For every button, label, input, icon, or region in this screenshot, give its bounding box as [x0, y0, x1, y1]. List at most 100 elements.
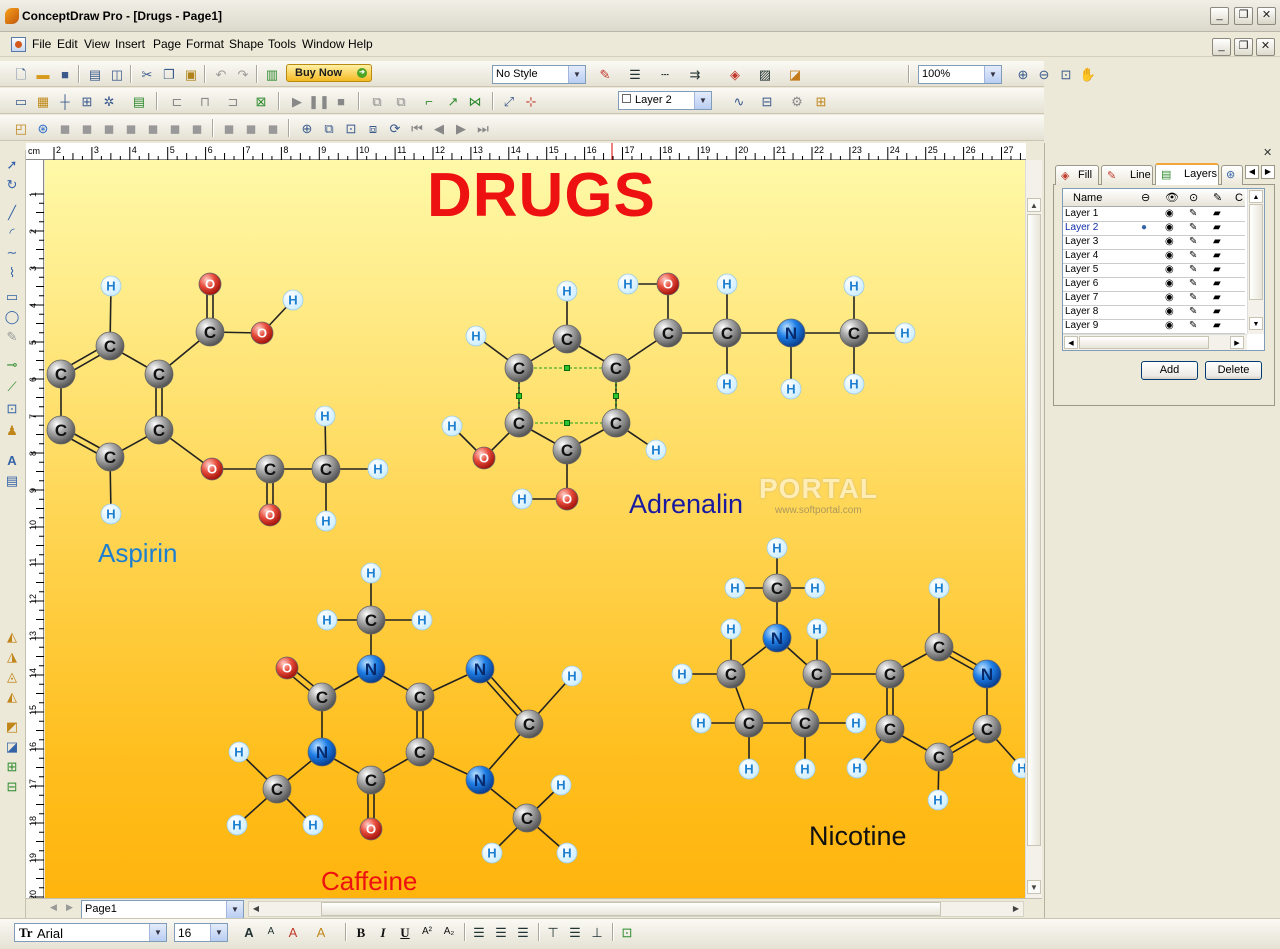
selection-handle[interactable] [564, 365, 570, 371]
edit-lock-icon[interactable]: ▰ [1213, 264, 1221, 275]
carbon-atom[interactable]: C [46, 415, 76, 445]
copy-icon[interactable]: ❐ [160, 65, 178, 83]
page-setup-icon[interactable]: ⊡ [342, 119, 360, 137]
shape2-icon[interactable]: ◼ [78, 119, 96, 137]
hydrogen-atom[interactable]: H [806, 618, 828, 640]
maximize-button[interactable]: ❐ [1234, 7, 1253, 25]
hydrogen-atom[interactable]: H [720, 618, 742, 640]
font-size-select[interactable]: 16 ▼ [174, 923, 228, 942]
edit-lock-icon[interactable]: ▰ [1213, 208, 1221, 219]
freehand-tool-icon[interactable]: ✎ [3, 328, 21, 346]
menu-insert[interactable]: Insert [113, 36, 147, 52]
hydrogen-atom[interactable]: H [724, 577, 746, 599]
buy-now-button[interactable]: Buy Now ➔ [286, 64, 372, 82]
zoom-select[interactable]: 100% ▼ [918, 65, 1002, 84]
carbon-atom[interactable]: C [875, 714, 905, 744]
fill-color-icon[interactable]: ◈ [726, 65, 744, 83]
carbon-atom[interactable]: C [504, 353, 534, 383]
tab-more[interactable]: ⊛ [1221, 165, 1243, 185]
hydrogen-atom[interactable]: H [843, 373, 865, 395]
eye-icon[interactable]: ◉ [1165, 264, 1174, 275]
oxygen-atom[interactable]: O [198, 272, 222, 296]
eye-icon[interactable]: ◉ [1165, 250, 1174, 261]
carbon-atom[interactable]: C [512, 803, 542, 833]
duplicate-page-icon[interactable]: ⧉ [320, 119, 338, 137]
last-page-icon[interactable]: ⏭ [474, 119, 492, 137]
panel-close-icon[interactable]: ✕ [1263, 146, 1272, 159]
hydrogen-atom[interactable]: H [465, 325, 487, 347]
carbon-atom[interactable]: C [311, 454, 341, 484]
nitrogen-atom[interactable]: N [356, 654, 386, 684]
smart-connector-icon[interactable]: ↗ [444, 92, 462, 110]
open-icon[interactable]: ▬ [34, 65, 52, 83]
hydrogen-atom[interactable]: H [314, 405, 336, 427]
carbon-atom[interactable]: C [712, 318, 742, 348]
print-icon[interactable]: ✎ [1189, 264, 1197, 275]
polyline-tool-icon[interactable]: ⌇ [3, 264, 21, 282]
edit-lock-icon[interactable]: ▰ [1213, 222, 1221, 233]
stamp-tool-icon[interactable]: ♟ [3, 422, 21, 440]
carbon-atom[interactable]: C [762, 573, 792, 603]
smart-connector-tool-icon[interactable]: ⟋ [3, 378, 21, 396]
layers-icon[interactable]: ▤ [130, 92, 148, 110]
connector-tool-icon[interactable]: ⊸ [3, 356, 21, 374]
carbon-atom[interactable]: C [195, 317, 225, 347]
hydrogen-atom[interactable]: H [846, 757, 868, 779]
page-order-icon[interactable]: ⧈ [364, 119, 382, 137]
connect-icon[interactable]: ⧉ [368, 92, 386, 110]
superscript-button[interactable]: A² [418, 923, 436, 941]
ellipse-tool-icon[interactable]: ◯ [3, 308, 21, 326]
eye-icon[interactable]: ◉ [1165, 278, 1174, 289]
align-right-text-icon[interactable]: ☰ [514, 923, 532, 941]
scroll-up-icon[interactable]: ▲ [1249, 190, 1263, 203]
column-visible-icon[interactable]: 👁 [1165, 191, 1179, 204]
scroll-left-icon[interactable]: ◀ [1064, 336, 1078, 349]
eye-icon[interactable]: ◉ [1165, 236, 1174, 247]
valign-bottom-icon[interactable]: ⊥ [588, 923, 606, 941]
hydrogen-atom[interactable]: H [367, 458, 389, 480]
hydrogen-atom[interactable]: H [315, 510, 337, 532]
edit-lock-icon[interactable]: ▰ [1213, 306, 1221, 317]
carbon-atom[interactable]: C [552, 435, 582, 465]
print-icon[interactable]: ✎ [1189, 278, 1197, 289]
tab-scroll-left-icon[interactable]: ◀ [1245, 165, 1259, 179]
hydrogen-atom[interactable]: H [316, 609, 338, 631]
hydrogen-atom[interactable]: H [716, 373, 738, 395]
label-caffeine[interactable]: Caffeine [321, 866, 417, 897]
carbon-atom[interactable]: C [95, 331, 125, 361]
horizontal-scrollbar[interactable]: ◀ ▶ [248, 901, 1024, 917]
selection-handle[interactable] [564, 420, 570, 426]
nitrogen-atom[interactable]: N [465, 765, 495, 795]
subscript-button[interactable]: A₂ [440, 923, 458, 941]
shape3-icon[interactable]: ◼ [100, 119, 118, 137]
menu-shape[interactable]: Shape [227, 36, 266, 52]
paste-icon[interactable]: ▣ [182, 65, 200, 83]
hydrogen-atom[interactable]: H [441, 415, 463, 437]
scroll-thumb[interactable] [1027, 214, 1041, 846]
scroll-right-icon[interactable]: ▶ [1009, 902, 1023, 916]
curve-icon[interactable]: ∿ [730, 92, 748, 110]
hydrogen-atom[interactable]: H [228, 741, 250, 763]
group-tool-icon[interactable]: ⊞ [3, 758, 21, 776]
pointer-icon[interactable]: ➚ [3, 156, 21, 174]
edit-lock-icon[interactable]: ▰ [1213, 236, 1221, 247]
arc-tool-icon[interactable]: ◜ [3, 224, 21, 242]
oxygen-atom[interactable]: O [258, 503, 282, 527]
scroll-down-icon[interactable]: ▼ [1249, 317, 1263, 330]
eye-icon[interactable]: ◉ [1165, 292, 1174, 303]
carbon-atom[interactable]: C [504, 408, 534, 438]
distribute-icon[interactable]: ⊐ [224, 92, 242, 110]
page-tab-select[interactable]: Page1 ▼ [81, 900, 244, 919]
font-family-select[interactable]: Tr Arial ▼ [14, 923, 167, 942]
layer-row[interactable]: Layer 1 ◉ ✎ ▰ [1063, 208, 1245, 222]
carbon-atom[interactable]: C [262, 774, 292, 804]
shape7-icon[interactable]: ◼ [188, 119, 206, 137]
line-tool-icon[interactable]: ╱ [3, 204, 21, 222]
snap-icon[interactable]: ✲ [100, 92, 118, 110]
save-icon[interactable]: ■ [56, 65, 74, 83]
curve-tool-icon[interactable]: ∼ [3, 244, 21, 262]
hydrogen-atom[interactable]: H [550, 774, 572, 796]
document-icon[interactable] [11, 37, 26, 52]
edit-lock-icon[interactable]: ▰ [1213, 320, 1221, 331]
rectangle-tool-icon[interactable]: ▭ [3, 288, 21, 306]
